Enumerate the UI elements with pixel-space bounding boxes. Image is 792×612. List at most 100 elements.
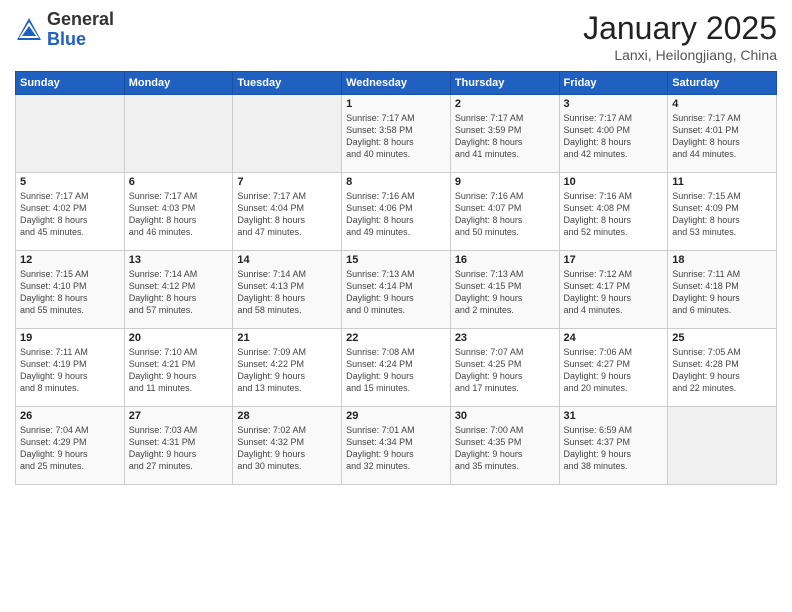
day-cell — [668, 407, 777, 485]
day-info: Sunrise: 7:01 AM Sunset: 4:34 PM Dayligh… — [346, 424, 446, 473]
day-cell: 27Sunrise: 7:03 AM Sunset: 4:31 PM Dayli… — [124, 407, 233, 485]
day-info: Sunrise: 7:04 AM Sunset: 4:29 PM Dayligh… — [20, 424, 120, 473]
day-cell: 8Sunrise: 7:16 AM Sunset: 4:06 PM Daylig… — [342, 173, 451, 251]
day-cell — [124, 95, 233, 173]
weekday-header-row: SundayMondayTuesdayWednesdayThursdayFrid… — [16, 72, 777, 95]
day-cell: 26 Sunrise: 7:04 AM Sunset: 4:29 PM Dayli… — [16, 407, 125, 485]
day-info: Sunrise: 6:59 AM Sunset: 4:37 PM Dayligh… — [564, 424, 664, 473]
day-cell — [233, 95, 342, 173]
logo-blue-text: Blue — [47, 29, 86, 49]
day-number: 3 — [564, 98, 664, 110]
day-cell: 14 Sunrise: 7:14 AM Sunset: 4:13 PM Dayli… — [233, 251, 342, 329]
day-number: 22 — [346, 332, 446, 344]
day-number: 8 — [346, 176, 446, 188]
day-number: 30 — [455, 410, 555, 422]
day-info: Sunrise: 7:11 AM Sunset: 4:18 PM Dayligh… — [672, 268, 772, 317]
day-cell: 16Sunrise: 7:13 AM Sunset: 4:15 PM Dayli… — [450, 251, 559, 329]
day-cell: 23 Sunrise: 7:07 AM Sunset: 4:25 PM Dayli… — [450, 329, 559, 407]
weekday-header-saturday: Saturday — [668, 72, 777, 95]
calendar-page: General Blue January 2025 Lanxi, Heilong… — [0, 0, 792, 612]
day-number: 29 — [346, 410, 446, 422]
day-info: Sunrise: 7:13 AM Sunset: 4:14 PM Dayligh… — [346, 268, 446, 317]
header: General Blue January 2025 Lanxi, Heilong… — [15, 10, 777, 63]
day-cell: 19 Sunrise: 7:11 AM Sunset: 4:19 PM Dayli… — [16, 329, 125, 407]
day-number: 27 — [129, 410, 229, 422]
week-row-1: 1 Sunrise: 7:17 AM Sunset: 3:58 PM Daylig… — [16, 95, 777, 173]
day-number: 2 — [455, 98, 555, 110]
weekday-header-friday: Friday — [559, 72, 668, 95]
day-number: 19 — [20, 332, 120, 344]
day-info: Sunrise: 7:13 AM Sunset: 4:15 PM Dayligh… — [455, 268, 555, 317]
day-number: 1 — [346, 98, 446, 110]
day-info: Sunrise: 7:06 AM Sunset: 4:27 PM Dayligh… — [564, 346, 664, 395]
day-cell: 4 Sunrise: 7:17 AM Sunset: 4:01 PM Daylig… — [668, 95, 777, 173]
day-cell: 28Sunrise: 7:02 AM Sunset: 4:32 PM Dayli… — [233, 407, 342, 485]
day-info: Sunrise: 7:16 AM Sunset: 4:08 PM Dayligh… — [564, 190, 664, 239]
day-info: Sunrise: 7:17 AM Sunset: 4:01 PM Dayligh… — [672, 112, 772, 161]
day-cell: 31Sunrise: 6:59 AM Sunset: 4:37 PM Dayli… — [559, 407, 668, 485]
day-number: 23 — [455, 332, 555, 344]
day-info: Sunrise: 7:14 AM Sunset: 4:13 PM Dayligh… — [237, 268, 337, 317]
day-cell — [16, 95, 125, 173]
day-number: 24 — [564, 332, 664, 344]
day-number: 26 — [20, 410, 120, 422]
day-cell: 2 Sunrise: 7:17 AM Sunset: 3:59 PM Daylig… — [450, 95, 559, 173]
day-info: Sunrise: 7:16 AM Sunset: 4:07 PM Dayligh… — [455, 190, 555, 239]
day-number: 6 — [129, 176, 229, 188]
day-cell: 17Sunrise: 7:12 AM Sunset: 4:17 PM Dayli… — [559, 251, 668, 329]
day-number: 17 — [564, 254, 664, 266]
day-number: 20 — [129, 332, 229, 344]
day-info: Sunrise: 7:15 AM Sunset: 4:10 PM Dayligh… — [20, 268, 120, 317]
day-number: 4 — [672, 98, 772, 110]
location-title: Lanxi, Heilongjiang, China — [583, 47, 777, 63]
day-info: Sunrise: 7:11 AM Sunset: 4:19 PM Dayligh… — [20, 346, 120, 395]
day-cell: 6 Sunrise: 7:17 AM Sunset: 4:03 PM Daylig… — [124, 173, 233, 251]
day-number: 7 — [237, 176, 337, 188]
day-cell: 13Sunrise: 7:14 AM Sunset: 4:12 PM Dayli… — [124, 251, 233, 329]
week-row-5: 26 Sunrise: 7:04 AM Sunset: 4:29 PM Dayli… — [16, 407, 777, 485]
week-row-3: 12Sunrise: 7:15 AM Sunset: 4:10 PM Dayli… — [16, 251, 777, 329]
day-number: 28 — [237, 410, 337, 422]
day-cell: 30Sunrise: 7:00 AM Sunset: 4:35 PM Dayli… — [450, 407, 559, 485]
weekday-header-wednesday: Wednesday — [342, 72, 451, 95]
weekday-header-thursday: Thursday — [450, 72, 559, 95]
day-cell: 10 Sunrise: 7:16 AM Sunset: 4:08 PM Dayli… — [559, 173, 668, 251]
day-info: Sunrise: 7:17 AM Sunset: 4:00 PM Dayligh… — [564, 112, 664, 161]
day-number: 9 — [455, 176, 555, 188]
day-cell: 12Sunrise: 7:15 AM Sunset: 4:10 PM Dayli… — [16, 251, 125, 329]
day-number: 13 — [129, 254, 229, 266]
day-number: 18 — [672, 254, 772, 266]
month-title: January 2025 — [583, 10, 777, 47]
day-cell: 11Sunrise: 7:15 AM Sunset: 4:09 PM Dayli… — [668, 173, 777, 251]
day-info: Sunrise: 7:17 AM Sunset: 4:03 PM Dayligh… — [129, 190, 229, 239]
day-cell: 21Sunrise: 7:09 AM Sunset: 4:22 PM Dayli… — [233, 329, 342, 407]
day-cell: 18 Sunrise: 7:11 AM Sunset: 4:18 PM Dayli… — [668, 251, 777, 329]
logo: General Blue — [15, 10, 114, 50]
day-info: Sunrise: 7:05 AM Sunset: 4:28 PM Dayligh… — [672, 346, 772, 395]
day-cell: 22 Sunrise: 7:08 AM Sunset: 4:24 PM Dayli… — [342, 329, 451, 407]
day-info: Sunrise: 7:17 AM Sunset: 3:59 PM Dayligh… — [455, 112, 555, 161]
calendar-table: SundayMondayTuesdayWednesdayThursdayFrid… — [15, 71, 777, 485]
day-info: Sunrise: 7:15 AM Sunset: 4:09 PM Dayligh… — [672, 190, 772, 239]
logo-general-text: General — [47, 9, 114, 29]
day-cell: 29 Sunrise: 7:01 AM Sunset: 4:34 PM Dayli… — [342, 407, 451, 485]
day-info: Sunrise: 7:08 AM Sunset: 4:24 PM Dayligh… — [346, 346, 446, 395]
day-info: Sunrise: 7:07 AM Sunset: 4:25 PM Dayligh… — [455, 346, 555, 395]
day-cell: 25 Sunrise: 7:05 AM Sunset: 4:28 PM Dayli… — [668, 329, 777, 407]
day-info: Sunrise: 7:17 AM Sunset: 4:02 PM Dayligh… — [20, 190, 120, 239]
logo-text: General Blue — [47, 10, 114, 50]
day-cell: 15Sunrise: 7:13 AM Sunset: 4:14 PM Dayli… — [342, 251, 451, 329]
week-row-2: 5Sunrise: 7:17 AM Sunset: 4:02 PM Daylig… — [16, 173, 777, 251]
day-cell: 20 Sunrise: 7:10 AM Sunset: 4:21 PM Dayli… — [124, 329, 233, 407]
day-info: Sunrise: 7:10 AM Sunset: 4:21 PM Dayligh… — [129, 346, 229, 395]
day-number: 10 — [564, 176, 664, 188]
week-row-4: 19 Sunrise: 7:11 AM Sunset: 4:19 PM Dayli… — [16, 329, 777, 407]
day-number: 25 — [672, 332, 772, 344]
weekday-header-monday: Monday — [124, 72, 233, 95]
day-cell: 7Sunrise: 7:17 AM Sunset: 4:04 PM Daylig… — [233, 173, 342, 251]
day-info: Sunrise: 7:17 AM Sunset: 3:58 PM Dayligh… — [346, 112, 446, 161]
day-number: 14 — [237, 254, 337, 266]
logo-icon — [15, 16, 43, 44]
weekday-header-sunday: Sunday — [16, 72, 125, 95]
day-info: Sunrise: 7:09 AM Sunset: 4:22 PM Dayligh… — [237, 346, 337, 395]
